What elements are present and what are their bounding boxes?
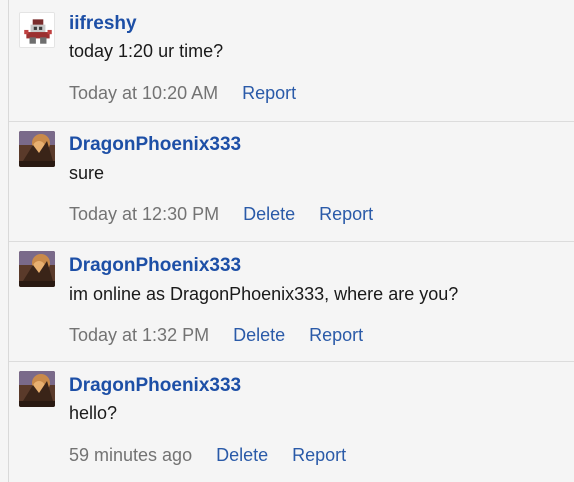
dragon-artwork-icon xyxy=(19,371,55,407)
character-sprite-icon xyxy=(20,13,54,47)
message-text: sure xyxy=(69,163,105,183)
avatar[interactable] xyxy=(19,12,55,48)
message-meta: 59 minutes ago Delete Report xyxy=(69,445,346,466)
avatar[interactable] xyxy=(19,131,55,167)
message-text: im online as DragonPhoenix333, where are… xyxy=(69,284,459,304)
report-link[interactable]: Report xyxy=(319,204,373,225)
message-item: DragonPhoenix333 im online as DragonPhoe… xyxy=(9,241,574,362)
report-link[interactable]: Report xyxy=(242,83,296,104)
dragon-artwork-icon xyxy=(19,251,55,287)
message-item: iifreshy today 1:20 ur time? Today at 10… xyxy=(9,0,574,122)
delete-link[interactable]: Delete xyxy=(243,204,295,225)
avatar[interactable] xyxy=(19,251,55,287)
avatar[interactable] xyxy=(19,371,55,407)
timestamp: Today at 1:32 PM xyxy=(69,325,210,345)
delete-link[interactable]: Delete xyxy=(233,325,285,346)
username[interactable]: DragonPhoenix333 xyxy=(69,255,241,277)
username[interactable]: DragonPhoenix333 xyxy=(69,375,241,397)
report-link[interactable]: Report xyxy=(309,325,363,346)
username[interactable]: iifreshy xyxy=(69,13,137,35)
dragon-artwork-icon xyxy=(19,131,55,167)
message-text: hello? xyxy=(69,403,118,423)
message-meta: Today at 1:32 PM Delete Report xyxy=(69,325,363,346)
delete-link[interactable]: Delete xyxy=(216,445,268,466)
report-link[interactable]: Report xyxy=(292,445,346,466)
message-text: today 1:20 ur time? xyxy=(69,41,224,61)
message-thread: iifreshy today 1:20 ur time? Today at 10… xyxy=(0,0,574,482)
timestamp: Today at 12:30 PM xyxy=(69,204,220,224)
timestamp: Today at 10:20 AM xyxy=(69,83,219,103)
username[interactable]: DragonPhoenix333 xyxy=(69,134,241,156)
message-item: DragonPhoenix333 sure Today at 12:30 PM … xyxy=(9,121,574,242)
message-meta: Today at 10:20 AM Report xyxy=(69,83,296,104)
message-item: DragonPhoenix333 hello? 59 minutes ago D… xyxy=(9,361,574,482)
message-meta: Today at 12:30 PM Delete Report xyxy=(69,204,373,225)
timestamp: 59 minutes ago xyxy=(69,445,193,465)
